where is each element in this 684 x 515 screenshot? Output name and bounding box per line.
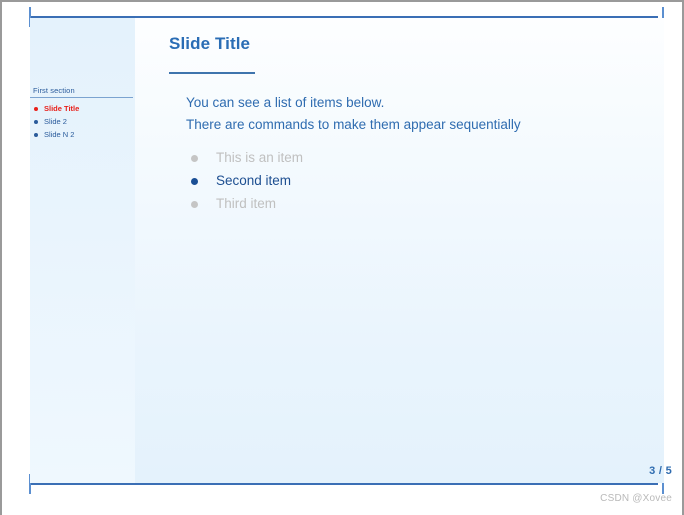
sidebar-item-slide-n-2[interactable]: Slide N 2 xyxy=(30,128,135,141)
page-number: 3 / 5 xyxy=(649,465,672,477)
sidebar-item-label: Slide 2 xyxy=(44,117,67,126)
navigation-sidebar: First section Slide Title Slide 2 Slide … xyxy=(30,18,135,483)
body-line-2: There are commands to make them appear s… xyxy=(186,117,521,132)
sidebar-item-slide-title[interactable]: Slide Title xyxy=(30,102,135,115)
itemize-list: This is an item Second item Third item xyxy=(186,146,303,215)
sidebar-entry-list: Slide Title Slide 2 Slide N 2 xyxy=(30,102,135,141)
sidebar-item-label: Slide Title xyxy=(44,104,80,113)
bullet-icon xyxy=(191,154,198,162)
sidebar-section-heading: First section xyxy=(30,86,133,98)
frame-title: Slide Title xyxy=(169,34,251,53)
list-item-label: This is an item xyxy=(216,150,304,165)
list-item: Third item xyxy=(186,192,303,215)
sidebar-item-label: Slide N 2 xyxy=(44,130,75,139)
sidebar-content: First section Slide Title Slide 2 Slide … xyxy=(30,86,135,141)
list-item-label: Third item xyxy=(216,196,277,211)
crop-rule-bottom xyxy=(30,483,658,485)
watermark-text: CSDN @Xovee xyxy=(600,493,672,504)
slide-page: First section Slide Title Slide 2 Slide … xyxy=(0,0,684,515)
bullet-icon xyxy=(34,132,38,137)
bullet-icon xyxy=(34,106,38,111)
sidebar-item-slide-2[interactable]: Slide 2 xyxy=(30,115,135,128)
slide-canvas: First section Slide Title Slide 2 Slide … xyxy=(30,18,664,483)
bullet-icon xyxy=(191,200,198,208)
body-line-1: You can see a list of items below. xyxy=(186,95,385,110)
slide-content-area: Slide Title You can see a list of items … xyxy=(135,18,664,483)
body-paragraph: You can see a list of items below. There… xyxy=(186,92,646,136)
list-item: This is an item xyxy=(186,146,303,169)
list-item: Second item xyxy=(186,169,303,192)
list-item-label: Second item xyxy=(216,173,292,188)
frame-title-rule xyxy=(169,72,255,74)
bullet-icon xyxy=(191,177,198,185)
bullet-icon xyxy=(34,119,38,124)
